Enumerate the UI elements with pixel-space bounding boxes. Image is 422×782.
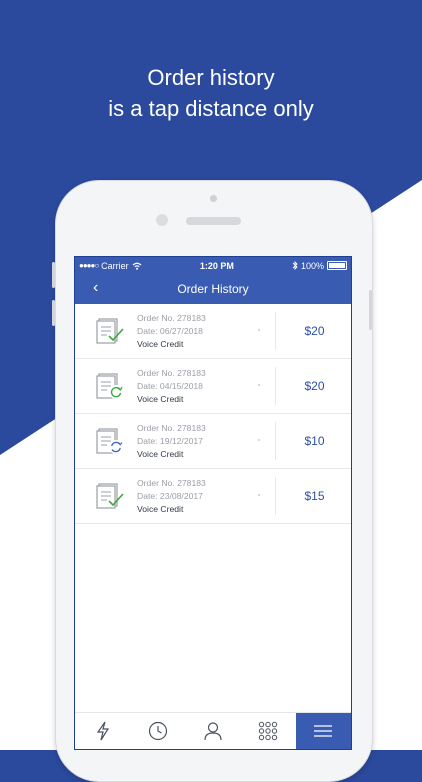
order-date: Date: 19/12/2017	[137, 435, 203, 446]
tab-recharge[interactable]	[75, 713, 130, 749]
person-icon	[204, 722, 222, 741]
tab-bar	[75, 712, 351, 749]
separator-dot	[258, 329, 260, 331]
order-row[interactable]: Order No. 278183 Date: 23/08/2017 Voice …	[75, 469, 351, 524]
bluetooth-icon	[292, 261, 298, 270]
headline-line-2: is a tap distance only	[108, 96, 314, 121]
order-type: Voice Credit	[137, 393, 184, 404]
status-bar: ●●●●○ Carrier 1:20 PM 100%	[75, 257, 351, 274]
sensor-dot	[210, 195, 217, 202]
order-amount: $15	[304, 489, 325, 503]
battery-percent: 100%	[300, 260, 324, 271]
order-row[interactable]: Order No. 278183 Date: 04/15/2018 Voice …	[75, 359, 351, 414]
tab-dialpad[interactable]	[241, 713, 296, 749]
carrier-label: Carrier	[101, 260, 129, 271]
phone-screen: ●●●●○ Carrier 1:20 PM 100% ‹ Order Histo…	[74, 256, 352, 750]
signal-icon: ●●●●○	[79, 261, 99, 270]
order-date: Date: 06/27/2018	[137, 325, 203, 336]
order-date: Date: 04/15/2018	[137, 380, 203, 391]
order-amount: $20	[304, 324, 325, 338]
back-button[interactable]: ‹	[93, 279, 98, 297]
order-date: Date: 23/08/2017	[137, 490, 203, 501]
separator-dot	[258, 494, 260, 496]
volume-down-button	[52, 300, 55, 326]
promo-headline: Order history is a tap distance only	[0, 62, 422, 124]
separator-dot	[258, 384, 260, 386]
order-list: Order No. 278183 Date: 06/27/2018 Voice …	[75, 304, 351, 524]
page-title: Order History	[177, 282, 249, 296]
order-type: Voice Credit	[137, 503, 184, 514]
order-row[interactable]: Order No. 278183 Date: 06/27/2018 Voice …	[75, 304, 351, 359]
status-time: 1:20 PM	[199, 260, 234, 271]
tab-menu[interactable]	[295, 713, 351, 749]
tab-account[interactable]	[185, 713, 240, 749]
power-button	[369, 290, 372, 330]
clock-icon	[148, 721, 167, 741]
nav-bar: ‹ Order History	[75, 274, 351, 304]
wifi-icon	[132, 262, 142, 270]
earpiece-speaker	[186, 217, 241, 225]
lightning-icon	[96, 721, 109, 741]
order-number: Order No. 278183	[137, 422, 206, 433]
menu-icon	[314, 725, 333, 737]
order-number: Order No. 278183	[137, 367, 206, 378]
headline-line-1: Order history	[147, 65, 275, 90]
order-row[interactable]: Order No. 278183 Date: 19/12/2017 Voice …	[75, 414, 351, 469]
document-check-icon	[96, 318, 124, 344]
order-amount: $10	[304, 434, 325, 448]
tab-history[interactable]	[130, 713, 185, 749]
volume-up-button	[52, 262, 55, 288]
document-refresh-icon	[96, 373, 123, 399]
document-sync-icon	[96, 428, 123, 454]
order-type: Voice Credit	[137, 448, 184, 459]
document-check-icon	[96, 483, 124, 509]
order-number: Order No. 278183	[137, 477, 206, 488]
front-camera	[156, 214, 168, 226]
order-type: Voice Credit	[137, 338, 184, 349]
keypad-icon	[259, 721, 278, 741]
separator-dot	[258, 439, 260, 441]
battery-icon	[326, 261, 347, 270]
order-number: Order No. 278183	[137, 312, 206, 323]
order-amount: $20	[304, 379, 325, 393]
